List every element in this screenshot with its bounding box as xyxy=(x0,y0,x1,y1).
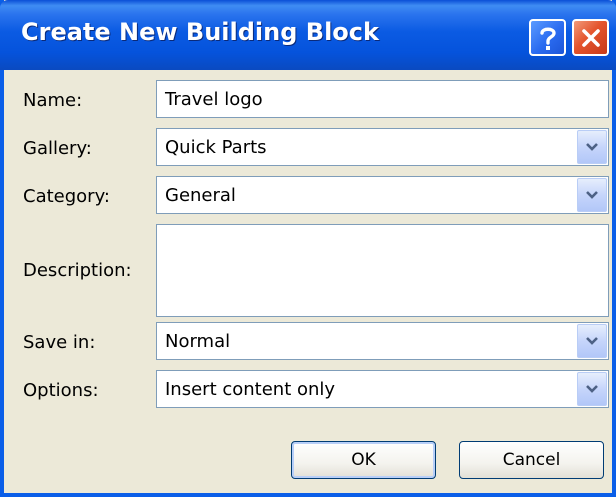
options-value: Insert content only xyxy=(165,379,336,400)
close-x-icon xyxy=(581,28,600,47)
question-mark-icon xyxy=(539,27,556,50)
category-dropdown-button[interactable] xyxy=(577,178,607,212)
gallery-value: Quick Parts xyxy=(165,137,267,158)
category-label: Category: xyxy=(23,186,110,207)
options-label: Options: xyxy=(23,380,99,401)
gallery-dropdown-button[interactable] xyxy=(577,130,607,164)
close-button[interactable] xyxy=(572,19,609,56)
name-value: Travel logo xyxy=(165,89,263,110)
chevron-down-icon xyxy=(586,385,598,393)
gallery-label: Gallery: xyxy=(23,138,92,159)
save-in-label: Save in: xyxy=(23,332,96,353)
help-button[interactable] xyxy=(529,19,566,56)
chevron-down-icon xyxy=(586,191,598,199)
cancel-button[interactable]: Cancel xyxy=(459,441,604,479)
category-select[interactable]: General xyxy=(156,176,609,214)
name-label: Name: xyxy=(23,90,83,111)
options-dropdown-button[interactable] xyxy=(577,372,607,406)
chevron-down-icon xyxy=(586,143,598,151)
save-in-select[interactable]: Normal xyxy=(156,322,609,360)
options-select[interactable]: Insert content only xyxy=(156,370,609,408)
title-bar[interactable]: Create New Building Block xyxy=(0,0,616,70)
description-label: Description: xyxy=(23,260,132,281)
dialog-title: Create New Building Block xyxy=(21,18,379,46)
save-in-dropdown-button[interactable] xyxy=(577,324,607,358)
name-input[interactable]: Travel logo xyxy=(156,80,609,118)
category-value: General xyxy=(165,185,236,206)
ok-button[interactable]: OK xyxy=(291,441,436,479)
save-in-value: Normal xyxy=(165,331,231,352)
chevron-down-icon xyxy=(586,337,598,345)
description-textarea[interactable] xyxy=(156,224,609,317)
gallery-select[interactable]: Quick Parts xyxy=(156,128,609,166)
